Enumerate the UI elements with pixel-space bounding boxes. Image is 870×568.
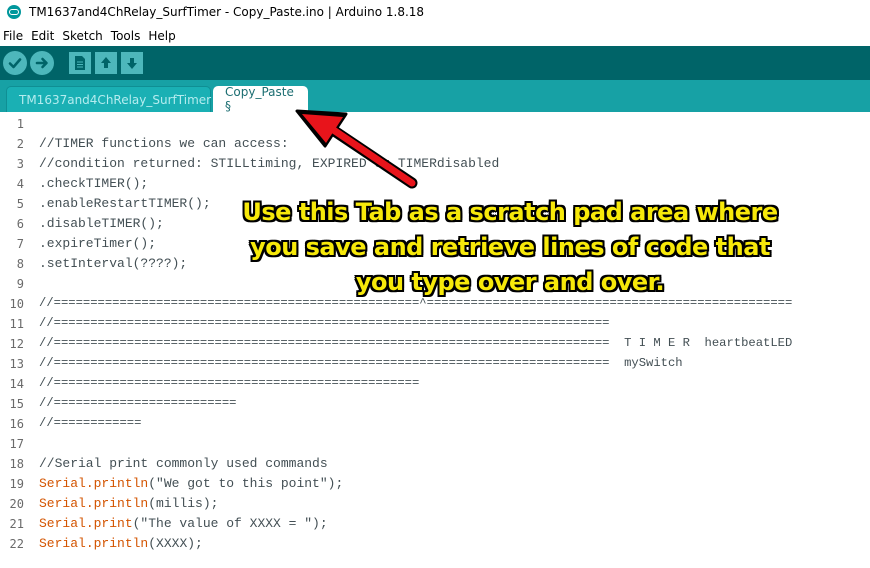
annotation-line: you save and retrieve lines of code that xyxy=(250,233,770,261)
line-number: 13 xyxy=(9,357,24,371)
code-line: .checkTIMER(); xyxy=(39,176,149,191)
tab-bar: TM1637and4ChRelay_SurfTimer Copy_Paste § xyxy=(0,80,870,113)
line-number: 21 xyxy=(9,517,24,531)
line-number: 16 xyxy=(9,417,24,431)
code-line: .expireTimer(); xyxy=(39,236,157,251)
code-line: //======================================… xyxy=(39,336,793,350)
line-number: 3 xyxy=(16,157,24,171)
code-line: .enableRestartTIMER(); xyxy=(39,196,211,211)
code-line: //Serial print commonly used commands xyxy=(39,456,328,471)
code-line: //======================================… xyxy=(39,356,683,370)
code-line: //TIMER functions we can access: xyxy=(39,136,289,151)
arduino-logo-icon xyxy=(7,5,21,19)
code-line: //========================= xyxy=(39,396,237,410)
open-button[interactable] xyxy=(95,52,117,74)
method-keyword: .print xyxy=(85,516,133,531)
serial-keyword: Serial xyxy=(39,536,86,551)
code-args: ("The value of XXXX = "); xyxy=(132,516,328,531)
line-number: 4 xyxy=(16,177,24,191)
code-line: //======================================… xyxy=(39,376,420,390)
line-number: 8 xyxy=(16,257,24,271)
line-number: 2 xyxy=(16,137,24,151)
method-keyword: .println xyxy=(85,536,149,551)
code-line: .disableTIMER(); xyxy=(39,216,164,231)
arrow-right-icon xyxy=(35,57,48,69)
tab-copy-paste[interactable]: Copy_Paste § xyxy=(213,85,308,113)
line-number: 12 xyxy=(9,337,24,351)
upload-button[interactable] xyxy=(30,51,54,75)
serial-keyword: Serial xyxy=(39,516,86,531)
new-button[interactable] xyxy=(69,52,91,74)
line-number: 11 xyxy=(9,317,24,331)
menu-edit[interactable]: Edit xyxy=(27,29,58,43)
line-number: 19 xyxy=(9,477,24,491)
method-keyword: .println xyxy=(85,476,149,491)
line-number: 1 xyxy=(16,117,24,131)
line-number: 15 xyxy=(9,397,24,411)
code-line: Serial.println(XXXX); xyxy=(39,536,203,551)
menu-help[interactable]: Help xyxy=(144,29,179,43)
method-keyword: .println xyxy=(85,496,149,511)
line-number: 6 xyxy=(16,217,24,231)
serial-keyword: Serial xyxy=(39,476,86,491)
serial-keyword: Serial xyxy=(39,496,86,511)
verify-button[interactable] xyxy=(3,51,27,75)
menu-sketch[interactable]: Sketch xyxy=(58,29,106,43)
code-line: //condition returned: STILLtiming, EXPIR… xyxy=(39,156,500,171)
code-args: (millis); xyxy=(148,496,219,511)
line-number: 20 xyxy=(9,497,24,511)
code-args: (XXXX); xyxy=(148,536,203,551)
new-file-icon xyxy=(75,56,85,70)
line-number: 7 xyxy=(16,237,24,251)
line-number: 10 xyxy=(9,297,24,311)
code-line: Serial.print("The value of XXXX = "); xyxy=(39,516,328,531)
window-title: TM1637and4ChRelay_SurfTimer - Copy_Paste… xyxy=(29,5,425,19)
code-args: ("We got to this point"); xyxy=(148,476,344,491)
code-line: Serial.println(millis); xyxy=(39,496,218,511)
scratch-pad-annotation: Use this Tab as a scratch pad area where… xyxy=(220,195,800,300)
line-number: 17 xyxy=(9,437,24,451)
save-button[interactable] xyxy=(121,52,143,74)
menu-tools[interactable]: Tools xyxy=(107,29,145,43)
code-line: Serial.println("We got to this point"); xyxy=(39,476,343,491)
line-number: 14 xyxy=(9,377,24,391)
line-number: 9 xyxy=(16,277,24,291)
annotation-line: Use this Tab as a scratch pad area where xyxy=(242,198,778,226)
toolbar xyxy=(0,46,870,80)
menu-file[interactable]: File xyxy=(0,29,27,43)
line-number: 5 xyxy=(16,197,24,211)
code-line: //======================================… xyxy=(39,316,610,330)
arrow-up-icon xyxy=(101,57,111,68)
tab-main-sketch[interactable]: TM1637and4ChRelay_SurfTimer xyxy=(6,86,211,112)
code-line: //============ xyxy=(39,416,142,430)
line-number: 18 xyxy=(9,457,24,471)
annotation-line: you type over and over. xyxy=(355,268,665,296)
menu-bar: File Edit Sketch Tools Help xyxy=(0,26,870,46)
line-number: 22 xyxy=(9,537,24,551)
check-icon xyxy=(8,58,22,69)
code-line: .setInterval(????); xyxy=(39,256,188,271)
arrow-down-icon xyxy=(127,58,137,69)
title-bar: TM1637and4ChRelay_SurfTimer - Copy_Paste… xyxy=(0,0,870,24)
